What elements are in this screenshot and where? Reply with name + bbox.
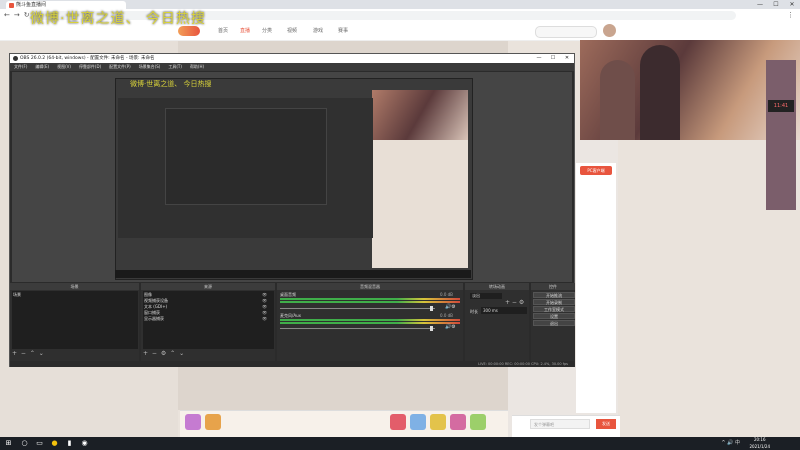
obs-maximize-button[interactable]: ☐ (546, 54, 560, 63)
duration-input[interactable]: 300 ms (481, 307, 527, 314)
side-activity-panel[interactable] (766, 60, 796, 210)
gift-icon[interactable] (470, 414, 486, 430)
chat-input[interactable]: 发个弹幕吧 (530, 419, 590, 429)
audio-meter (280, 322, 460, 324)
gift-icon[interactable] (450, 414, 466, 430)
nested-overlay-text: 微博·世离之道、 今日热搜 (130, 80, 212, 88)
nav-link-category[interactable]: 分类 (262, 26, 272, 36)
audio-meter (280, 319, 460, 321)
audio-meter (280, 298, 460, 300)
start-icon[interactable]: ⊞ (4, 439, 13, 448)
obs-window-controls: — ☐ ✕ (532, 54, 574, 63)
obs-menu-bar: 文件(F) 编辑(E) 视图(V) 停靠部件(D) 配置文件(P) 场景集合(S… (10, 63, 574, 71)
obs-close-button[interactable]: ✕ (560, 54, 574, 63)
menu-help[interactable]: 帮助(H) (190, 63, 204, 71)
volume-slider-knob[interactable] (430, 326, 433, 331)
obs-title: OBS 26.0.2 (64-bit, windows) - 配置文件: 未命名… (20, 56, 155, 61)
controls-dock-title: 控件 (531, 283, 575, 290)
obs-taskbar-icon[interactable]: ◉ (80, 439, 89, 448)
gift-icon[interactable] (185, 414, 201, 430)
gift-icon[interactable] (410, 414, 426, 430)
clock-date: 2021/1/24 (749, 443, 770, 449)
nested-page (372, 140, 468, 268)
nav-link-live[interactable]: 直播 (240, 26, 250, 36)
reload-icon[interactable]: ↻ (24, 9, 30, 22)
promo-badge[interactable]: PC客户端 (580, 166, 612, 175)
nav-link-video[interactable]: 视频 (287, 26, 297, 36)
nav-link-home[interactable]: 首页 (218, 26, 228, 36)
scenes-toolbar[interactable]: + − ⌃ ⌄ (12, 350, 45, 357)
menu-file[interactable]: 文件(F) (14, 63, 27, 71)
app-icon[interactable]: ▮ (65, 439, 74, 448)
visibility-icon[interactable]: 👁 👁 👁 👁 👁 (262, 292, 267, 322)
scenes-list (12, 291, 138, 349)
nested-banner (372, 90, 468, 140)
menu-edit[interactable]: 编辑(E) (35, 63, 49, 71)
speaker-icon[interactable]: 🔊⚙ (445, 304, 456, 310)
chrome-icon[interactable]: ● (50, 439, 59, 448)
favicon-icon (9, 3, 14, 8)
menu-view[interactable]: 视图(V) (57, 63, 71, 71)
nav-link-event[interactable]: 赛事 (338, 26, 348, 36)
banner-figure (600, 60, 635, 140)
menu-tools[interactable]: 工具(T) (168, 63, 182, 71)
menu-docks[interactable]: 停靠部件(D) (79, 63, 101, 71)
sources-toolbar[interactable]: + − ⚙ ⌃ ⌄ (143, 350, 185, 357)
scene-item[interactable]: 场景 (13, 292, 21, 298)
minimize-button[interactable]: — (752, 0, 768, 9)
maximize-button[interactable]: ☐ (768, 0, 784, 9)
start-recording-button[interactable]: 开始录制 (533, 299, 575, 305)
menu-scene-collection[interactable]: 场景集合(S) (139, 63, 161, 71)
browser-menu-icon[interactable]: ⋮ (787, 9, 794, 22)
taskbar-clock[interactable]: 20:16 2021/1/24 (749, 437, 770, 450)
gift-icon[interactable] (390, 414, 406, 430)
audio-meter (280, 301, 460, 303)
mixer-track-db: 0.0 dB (440, 313, 453, 318)
forward-icon[interactable]: → (14, 9, 20, 22)
site-search-input[interactable] (535, 26, 597, 38)
mixer-dock (277, 283, 463, 367)
obs-logo-icon (13, 56, 18, 61)
mixer-dock-title: 音频混音器 (277, 283, 463, 290)
task-view-icon[interactable]: ▭ (35, 439, 44, 448)
exit-button[interactable]: 退出 (533, 320, 575, 326)
banner-figure (640, 45, 680, 140)
volume-slider-knob[interactable] (430, 306, 433, 311)
transitions-dock-title: 转场动画 (465, 283, 529, 290)
speaker-icon[interactable]: 🔊⚙ (445, 324, 456, 330)
sources-dock-title: 来源 (141, 283, 275, 290)
source-item[interactable]: 显示器捕获 (144, 316, 164, 322)
transition-select[interactable]: 淡出 (470, 293, 502, 299)
nav-buttons: ← → ↻ (4, 9, 30, 22)
transition-buttons[interactable]: + − ⚙ (505, 299, 524, 306)
chat-panel (576, 163, 616, 413)
gift-icon[interactable] (430, 414, 446, 430)
gift-icon[interactable] (205, 414, 221, 430)
send-button[interactable]: 发送 (596, 419, 616, 429)
nested-taskbar (115, 270, 471, 278)
menu-profile[interactable]: 配置文件(P) (109, 63, 131, 71)
settings-button[interactable]: 设置 (533, 313, 575, 319)
studio-mode-button[interactable]: 工作室模式 (533, 306, 575, 312)
taskbar (0, 437, 800, 450)
obs-title-bar: OBS 26.0.2 (64-bit, windows) - 配置文件: 未命名… (10, 54, 574, 63)
overlay-caption: 微博·世离之道、 今日热搜 (30, 11, 206, 27)
back-icon[interactable]: ← (4, 9, 10, 22)
avatar[interactable] (603, 24, 616, 37)
search-icon[interactable]: ○ (20, 439, 29, 448)
nav-link-game[interactable]: 游戏 (313, 26, 323, 36)
close-button[interactable]: ✕ (784, 0, 800, 9)
system-tray[interactable]: ^ 🔊 中 (721, 437, 740, 450)
nested-obs-inner (165, 108, 327, 205)
obs-minimize-button[interactable]: — (532, 54, 546, 63)
volume-slider[interactable] (280, 308, 435, 309)
start-streaming-button[interactable]: 开始推流 (533, 292, 575, 298)
obs-status-bar: LIVE: 00:00:00 REC: 00:00:00 CPU: 2.4%, … (10, 361, 574, 367)
volume-slider[interactable] (280, 328, 435, 329)
duration-label: 时长 (470, 309, 478, 314)
countdown-timer: 11:41 (768, 100, 794, 112)
mixer-track-db: 0.0 dB (440, 292, 453, 297)
window-controls: — ☐ ✕ (752, 0, 800, 9)
scenes-dock-title: 场景 (10, 283, 139, 290)
